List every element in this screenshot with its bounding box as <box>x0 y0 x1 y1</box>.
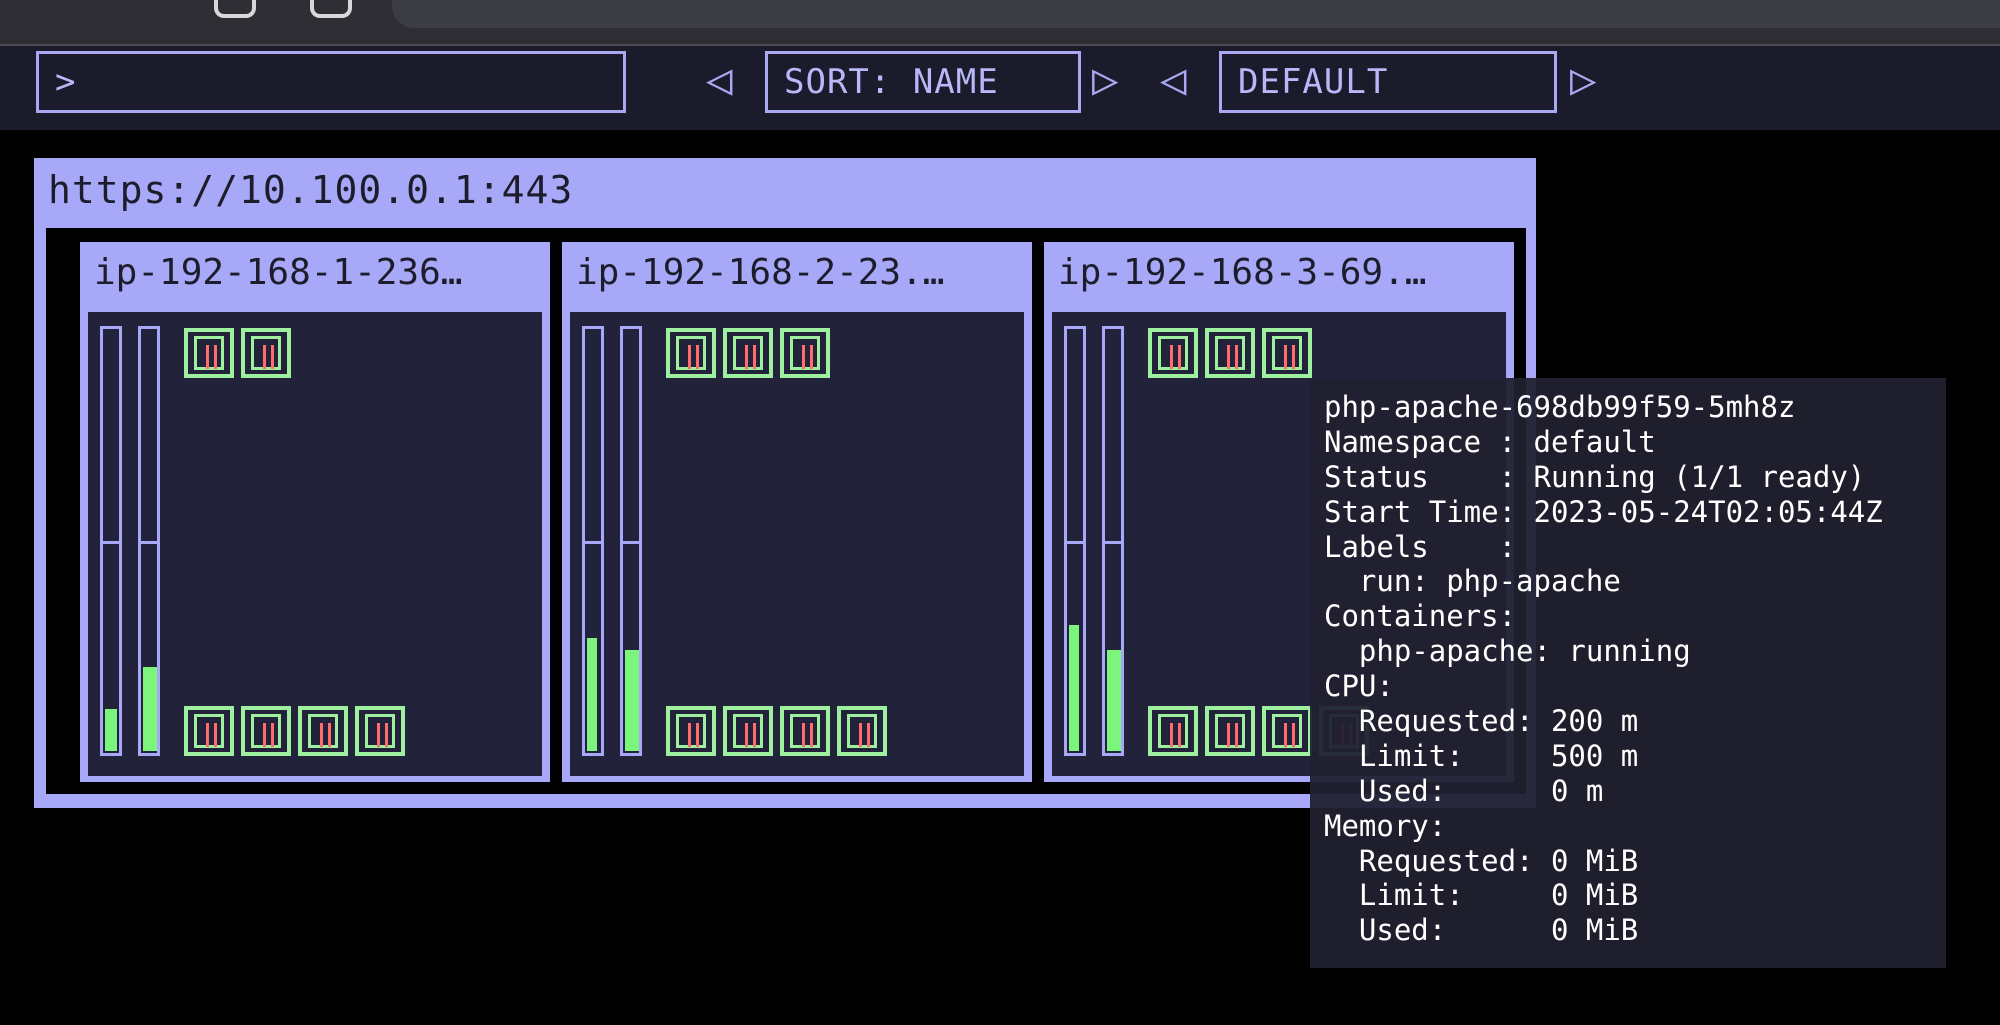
pod-square[interactable] <box>355 706 405 756</box>
tooltip-line: Requested: 0 MiB <box>1324 843 1639 878</box>
pod-square[interactable] <box>1205 706 1255 756</box>
node-2[interactable]: ip-192-168-2-23.… <box>562 242 1032 782</box>
node-body <box>570 312 1024 776</box>
tooltip-line: Used: 0 MiB <box>1324 913 1639 948</box>
sort-selector[interactable]: SORT: NAME <box>765 51 1081 113</box>
tooltip-line: Limit: 500 m <box>1324 738 1639 773</box>
node-body <box>88 312 542 776</box>
color-prev-button[interactable]: ◁ <box>1160 50 1187 110</box>
tooltip-line: php-apache: running <box>1324 634 1691 669</box>
pod-square[interactable] <box>780 328 830 378</box>
sort-next-button[interactable]: ▷ <box>1092 50 1119 110</box>
pod-square[interactable] <box>1262 706 1312 756</box>
home-icon[interactable] <box>310 0 352 18</box>
sort-prev-button[interactable]: ◁ <box>706 50 733 110</box>
tooltip-line: run: php-apache <box>1324 564 1621 599</box>
color-next-button[interactable]: ▷ <box>1570 50 1597 110</box>
pod-square[interactable] <box>241 706 291 756</box>
node-title: ip-192-168-1-236… <box>94 252 463 293</box>
node-title: ip-192-168-3-69.… <box>1058 252 1427 293</box>
tooltip-line: Used: 0 m <box>1324 773 1604 808</box>
memory-usage-bar <box>620 326 642 756</box>
memory-usage-bar <box>138 326 160 756</box>
reload-icon[interactable] <box>214 0 256 18</box>
pod-square[interactable] <box>1148 706 1198 756</box>
pod-square[interactable] <box>1262 328 1312 378</box>
pod-tooltip: php-apache-698db99f59-5mh8z Namespace : d… <box>1310 378 1946 968</box>
pod-square[interactable] <box>1205 328 1255 378</box>
pod-square[interactable] <box>723 706 773 756</box>
node-1[interactable]: ip-192-168-1-236… <box>80 242 550 782</box>
pod-square[interactable] <box>723 328 773 378</box>
tooltip-line: Requested: 200 m <box>1324 704 1639 739</box>
tooltip-line: Start Time: 2023-05-24T02:05:44Z <box>1324 494 1883 529</box>
node-title: ip-192-168-2-23.… <box>576 252 945 293</box>
tooltip-line: Status : Running (1/1 ready) <box>1324 459 1866 494</box>
tooltip-line: Containers: <box>1324 599 1517 634</box>
pod-square[interactable] <box>184 328 234 378</box>
filter-input[interactable]: > <box>36 51 626 113</box>
tooltip-line: Labels : <box>1324 529 1517 564</box>
tooltip-line: CPU: <box>1324 669 1394 704</box>
pod-square[interactable] <box>780 706 830 756</box>
pod-square[interactable] <box>1148 328 1198 378</box>
pod-square[interactable] <box>241 328 291 378</box>
cpu-usage-bar <box>100 326 122 756</box>
tooltip-line: Namespace : default <box>1324 424 1656 459</box>
address-bar[interactable] <box>392 0 2000 28</box>
pod-square[interactable] <box>666 706 716 756</box>
color-scheme-selector[interactable]: DEFAULT <box>1219 51 1557 113</box>
browser-chrome <box>0 0 2000 46</box>
toolbar: > ◁ SORT: NAME ▷ ◁ DEFAULT ▷ <box>0 46 2000 130</box>
tooltip-line: Memory: <box>1324 808 1447 843</box>
tooltip-line: Limit: 0 MiB <box>1324 878 1639 913</box>
cpu-usage-bar <box>1064 326 1086 756</box>
pod-square[interactable] <box>837 706 887 756</box>
memory-usage-bar <box>1102 326 1124 756</box>
pod-square[interactable] <box>298 706 348 756</box>
cluster-title: https://10.100.0.1:443 <box>48 168 574 212</box>
cpu-usage-bar <box>582 326 604 756</box>
tooltip-line: php-apache-698db99f59-5mh8z <box>1324 390 1796 424</box>
cluster-nodes: ip-192-168-1-236… ip-192-168-2-23.… ip-1… <box>46 228 1526 794</box>
pod-square[interactable] <box>184 706 234 756</box>
pod-square[interactable] <box>666 328 716 378</box>
